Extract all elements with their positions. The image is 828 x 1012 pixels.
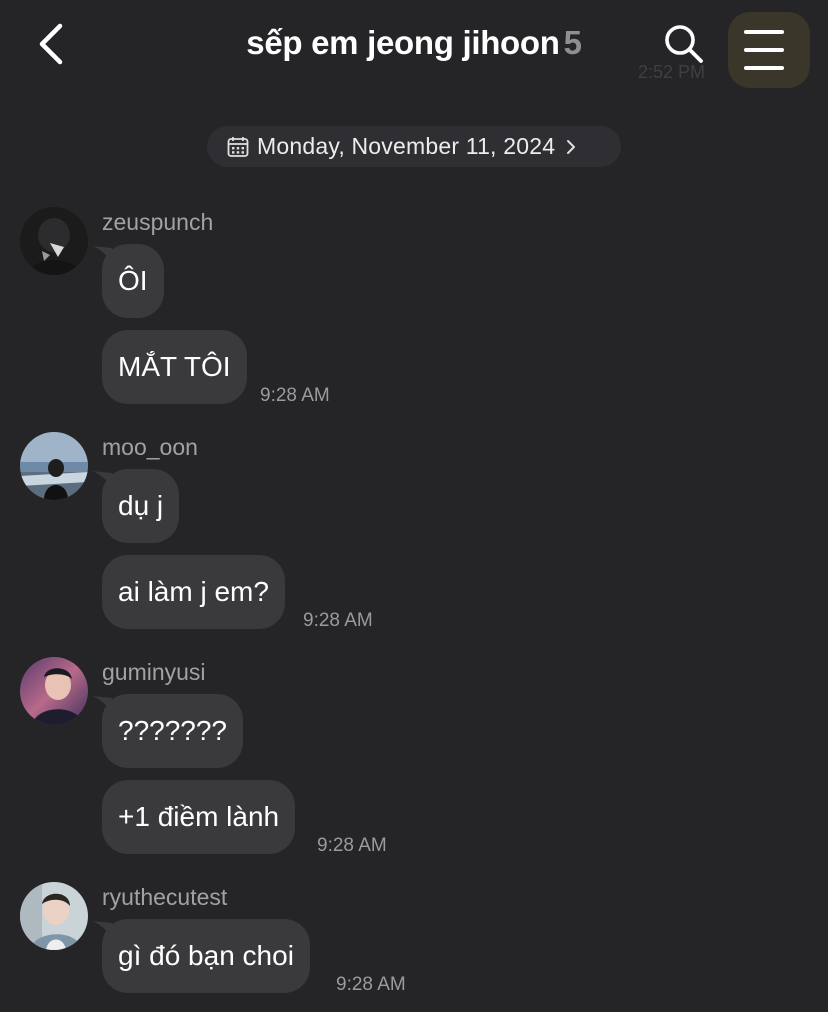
calendar-icon — [227, 136, 249, 157]
message-bubble[interactable]: ÔI — [102, 244, 164, 318]
message-bubble[interactable]: MẮT TÔI — [102, 330, 247, 404]
search-button[interactable] — [662, 22, 706, 66]
chat-screen: 2:52 PM sếp em jeong jihoon 5 Monday, No… — [0, 0, 828, 1012]
chat-header: 2:52 PM sếp em jeong jihoon 5 — [0, 0, 828, 96]
message-bubble[interactable]: ai làm j em? — [102, 555, 285, 629]
message-bubble[interactable]: gì đó bạn choi — [102, 919, 310, 993]
menu-button[interactable] — [728, 12, 810, 88]
sender-name: guminyusi — [102, 659, 206, 685]
avatar-guminyusi[interactable] — [20, 657, 88, 725]
avatar-ryuthecutest[interactable] — [20, 882, 88, 950]
message-bubble[interactable]: +1 điềm lành — [102, 780, 296, 854]
message-timestamp: 9:28 AM — [260, 385, 330, 406]
chat-name: sếp em jeong jihoon — [246, 24, 560, 61]
sender-name: moo_oon — [102, 434, 198, 460]
message-timestamp: 9:28 AM — [336, 974, 406, 995]
member-count: 5 — [563, 24, 582, 61]
avatar-zeuspunch[interactable] — [20, 207, 88, 275]
sender-name: zeuspunch — [102, 209, 214, 235]
date-label: Monday, November 11, 2024 — [257, 133, 556, 159]
sender-name: ryuthecutest — [102, 884, 228, 910]
search-icon — [665, 25, 703, 63]
message-timestamp: 9:28 AM — [317, 835, 387, 856]
avatar-moo-oon[interactable] — [20, 432, 88, 500]
message-timestamp: 9:28 AM — [303, 610, 373, 631]
message-bubble[interactable]: ??????? — [102, 694, 244, 768]
chevron-right-icon — [567, 139, 576, 154]
date-divider[interactable]: Monday, November 11, 2024 — [207, 126, 621, 167]
message-bubble[interactable]: dụ j — [102, 469, 180, 543]
